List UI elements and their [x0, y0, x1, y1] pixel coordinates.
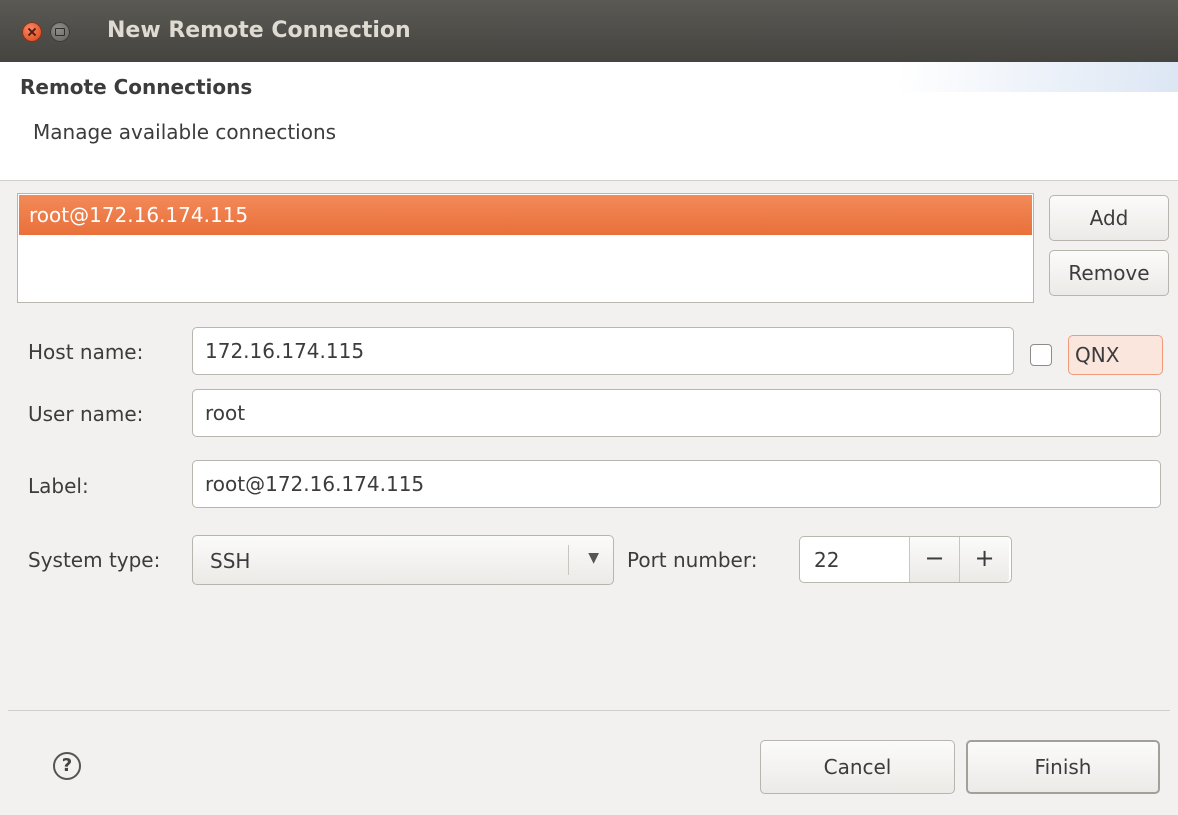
header-banner-decoration [898, 62, 1178, 92]
system-type-label: System type: [28, 548, 161, 572]
user-name-field[interactable]: root [192, 389, 1161, 437]
system-type-select[interactable]: SSH ▼ [192, 535, 614, 585]
help-icon[interactable]: ? [53, 752, 81, 780]
port-number-stepper[interactable]: 22 − + [799, 536, 1012, 583]
decrement-button[interactable]: − [909, 537, 959, 582]
finish-button[interactable]: Finish [966, 740, 1160, 794]
qnx-checkbox[interactable] [1030, 344, 1052, 366]
qnx-label[interactable]: QNX [1068, 335, 1163, 375]
cancel-button[interactable]: Cancel [760, 740, 955, 794]
port-number-value[interactable]: 22 [814, 548, 839, 572]
chevron-down-icon[interactable]: ▼ [588, 550, 599, 566]
remove-button[interactable]: Remove [1049, 250, 1169, 296]
port-number-label: Port number: [627, 548, 758, 572]
user-name-label: User name: [28, 402, 144, 426]
connections-list[interactable]: root@172.16.174.115 [17, 193, 1034, 303]
combo-separator [568, 545, 569, 575]
page-title: Remote Connections [20, 75, 253, 99]
maximize-icon[interactable] [50, 22, 70, 42]
window-title: New Remote Connection [107, 18, 411, 43]
host-name-field[interactable]: 172.16.174.115 [192, 327, 1014, 375]
host-name-label: Host name: [28, 340, 144, 364]
page-description: Manage available connections [33, 120, 337, 144]
dialog-header: Remote Connections Manage available conn… [0, 62, 1178, 181]
increment-button[interactable]: + [959, 537, 1009, 582]
close-icon[interactable] [22, 22, 42, 42]
label-label: Label: [28, 474, 89, 498]
label-field[interactable]: root@172.16.174.115 [192, 460, 1161, 508]
title-bar: New Remote Connection [0, 0, 1178, 62]
footer-divider [8, 710, 1170, 711]
list-item[interactable]: root@172.16.174.115 [19, 195, 1032, 235]
system-type-value: SSH [210, 549, 251, 573]
add-button[interactable]: Add [1049, 195, 1169, 241]
